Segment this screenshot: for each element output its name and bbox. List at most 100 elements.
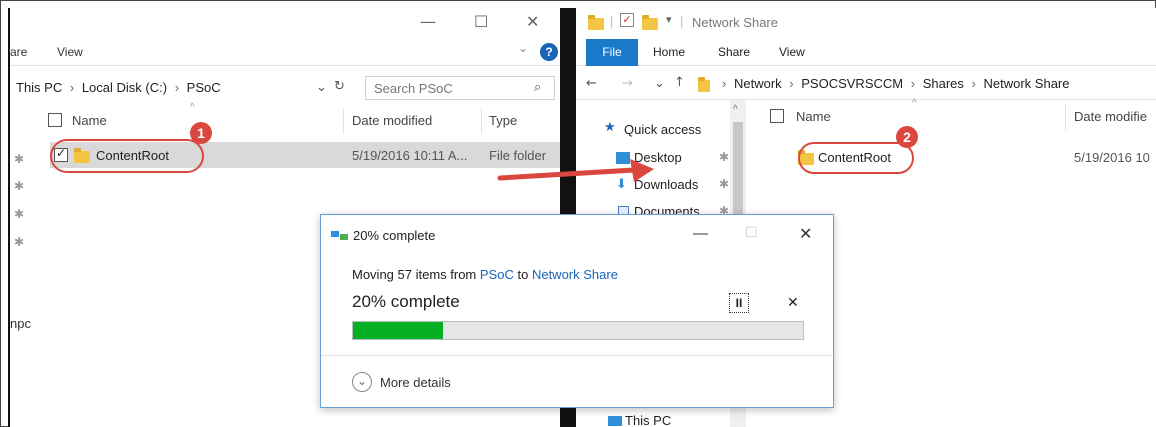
minimize-icon[interactable]: — [420,12,436,31]
expand-chevron-icon[interactable]: ⌄ [352,372,372,392]
search-placeholder: Search PSoC [374,81,453,96]
more-details-button[interactable]: More details [380,375,451,390]
row-date: 5/19/2016 10:11 A... [352,148,468,163]
callout-badge-2: 2 [896,126,918,148]
scroll-up-icon[interactable]: ^ [733,104,738,115]
column-date-modified[interactable]: Date modifie [1074,109,1147,124]
destination-link[interactable]: Network Share [532,267,618,282]
cancel-button[interactable]: ✕ [787,295,799,311]
file-operation-dialog: 20% complete — ☐ ✕ Moving 57 items from … [320,214,834,408]
callout-badge-1: 1 [190,122,212,144]
moving-summary: Moving 57 items from PSoC to Network Sha… [352,267,618,282]
window-title: Network Share [692,15,778,30]
chevron-right-icon: › [971,76,976,91]
quick-access-toolbar-dropdown-icon[interactable]: ▾ [666,13,672,26]
pin-icon[interactable]: ✱ [14,152,24,166]
copy-icon-secondary [340,234,348,240]
moving-prefix: Moving 57 items from [352,267,477,282]
help-icon[interactable]: ? [540,43,558,61]
pause-button[interactable]: II [729,293,749,313]
select-all-checkbox[interactable] [48,113,62,127]
breadcrumb-local-disk[interactable]: Local Disk (C:) [82,80,167,95]
pin-icon[interactable]: ✱ [14,207,24,221]
left-address-bar: This PC › Local Disk (C:) › PSoC ⌄ ↻ Sea… [10,72,560,104]
column-divider[interactable] [1065,104,1066,130]
address-dropdown-icon[interactable]: ⌄ [316,79,327,95]
breadcrumb-psoc[interactable]: PSoC [187,80,221,95]
callout-highlight-1 [50,139,204,173]
left-column-header: Name ^ Date modified Type [10,102,560,138]
ribbon-tab-home[interactable]: Home [653,45,685,59]
breadcrumb[interactable]: This PC › Local Disk (C:) › PSoC [16,80,221,95]
properties-icon[interactable]: ✓ [620,13,634,27]
column-divider[interactable] [481,108,482,134]
nav-item-fragment[interactable]: npc [10,316,31,331]
left-titlebar: — ☐ ✕ [10,8,560,36]
sort-up-icon: ^ [190,102,195,113]
progress-bar [352,321,804,340]
ribbon-tab-view[interactable]: View [57,45,83,59]
right-ribbon: File Home Share View [576,36,1156,66]
maximize-icon: ☐ [745,224,758,240]
left-ribbon: are View ⌄ ? [10,36,560,66]
row-date: 5/19/2016 10 [1074,150,1150,165]
close-icon[interactable]: ✕ [526,12,539,31]
callout-highlight-2 [798,142,914,174]
sort-up-icon: ^ [912,98,917,109]
refresh-icon[interactable]: ↻ [334,79,345,94]
ribbon-tab-share[interactable]: Share [718,45,750,59]
moving-to: to [517,267,529,282]
progress-status: 20% complete [352,292,460,311]
breadcrumb-network-share[interactable]: Network Share [984,76,1070,91]
forward-icon[interactable]: → [622,76,633,91]
progress-bar-fill [353,322,443,339]
recent-locations-icon[interactable]: ⌄ [654,75,665,91]
star-icon: ★ [604,120,616,135]
nav-this-pc[interactable]: This PC [625,413,671,427]
chevron-right-icon: › [722,76,727,91]
chevron-right-icon: › [910,76,916,91]
pin-icon[interactable]: ✱ [14,235,24,249]
right-titlebar: | ✓ ▾ | Network Share [576,8,1156,36]
right-column-header: Name ^ Date modifie [756,98,1156,134]
column-divider[interactable] [343,108,344,134]
chevron-right-icon: › [69,80,75,95]
dialog-divider [321,355,833,356]
ribbon-tab-view[interactable]: View [779,45,805,59]
copy-icon [331,231,339,237]
breadcrumb-shares[interactable]: Shares [923,76,964,91]
breadcrumb-network[interactable]: Network [734,76,782,91]
pin-icon[interactable]: ✱ [719,177,729,191]
column-type[interactable]: Type [489,113,517,128]
folder-icon [588,15,604,30]
maximize-icon[interactable]: ☐ [474,12,488,31]
chevron-right-icon: › [789,76,794,91]
pin-icon[interactable]: ✱ [719,150,729,164]
search-input[interactable]: Search PSoC ⌕ [365,76,555,100]
move-arrow-icon [497,159,654,182]
column-name[interactable]: Name [796,109,831,124]
dialog-title: 20% complete [353,228,436,243]
separator: | [610,14,614,29]
minimize-icon[interactable]: — [693,225,708,242]
source-link[interactable]: PSoC [480,267,514,282]
pin-icon[interactable]: ✱ [14,179,24,193]
this-pc-icon [608,416,622,426]
ribbon-tab-share[interactable]: are [10,45,27,59]
column-name[interactable]: Name [72,113,107,128]
nav-quick-access[interactable]: Quick access [624,122,701,137]
separator: | [680,14,684,29]
ribbon-tab-file[interactable]: File [586,39,638,66]
new-folder-icon[interactable] [642,15,658,30]
close-icon[interactable]: ✕ [799,224,812,243]
breadcrumb-server[interactable]: PSOCSVRSCCM [801,76,903,91]
back-icon[interactable]: ← [586,76,597,91]
column-date-modified[interactable]: Date modified [352,113,432,128]
breadcrumb[interactable]: › Network › PSOCSVRSCCM › Shares › Netwo… [722,76,1069,91]
breadcrumb-this-pc[interactable]: This PC [16,80,62,95]
search-icon[interactable]: ⌕ [534,80,541,95]
folder-icon [698,77,710,92]
select-all-checkbox[interactable] [770,109,784,123]
chevron-down-icon[interactable]: ⌄ [518,41,528,55]
up-icon[interactable]: ↑ [674,75,685,90]
